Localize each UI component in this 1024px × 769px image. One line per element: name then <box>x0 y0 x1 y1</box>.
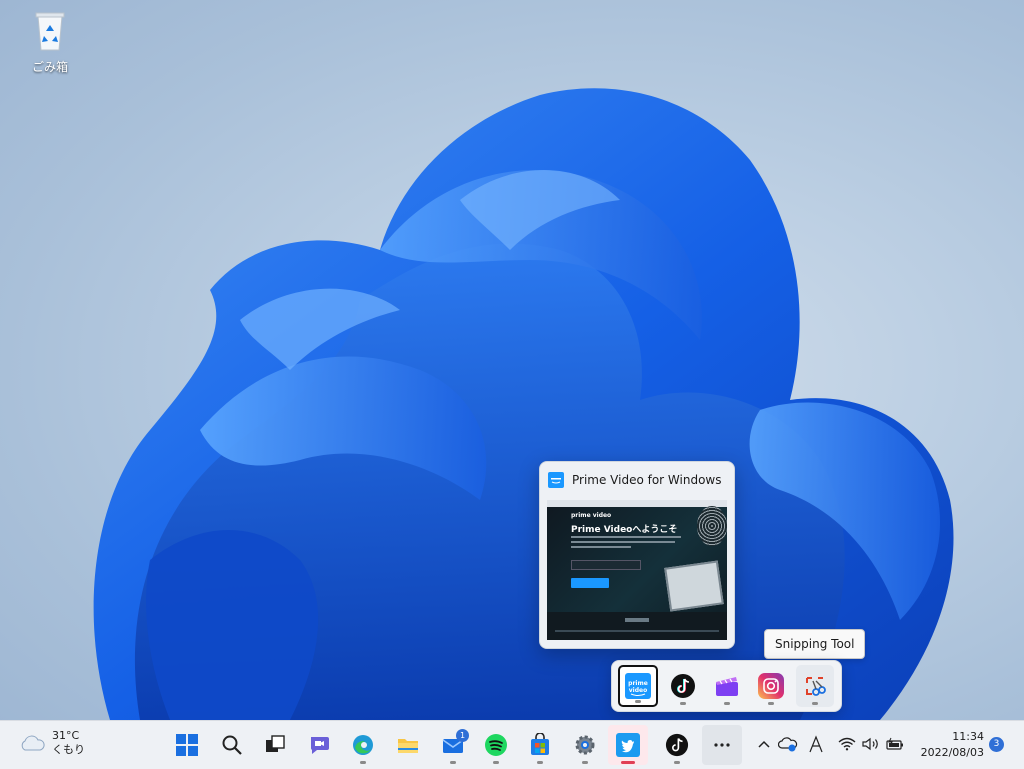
mail-button[interactable]: 1 <box>433 725 473 765</box>
volume-icon[interactable] <box>860 733 882 755</box>
ime-mode-icon[interactable] <box>805 733 827 755</box>
thumb-button <box>571 578 609 588</box>
twitter-button[interactable] <box>608 725 648 765</box>
taskbar: 31°C くもり 1 11:34 2022/08/03 3 <box>0 720 1024 769</box>
task-view-icon <box>266 735 285 752</box>
overflow-instagram[interactable] <box>752 665 790 707</box>
twitter-icon <box>616 733 640 757</box>
prime-video-icon: prime video <box>625 673 651 699</box>
spotify-button[interactable] <box>476 725 516 765</box>
folder-icon <box>398 739 418 753</box>
more-dots-icon <box>714 743 730 747</box>
file-explorer-button[interactable] <box>388 725 428 765</box>
search-icon <box>222 735 242 755</box>
gear-icon <box>575 735 595 755</box>
weather-temp: 31°C <box>52 729 80 742</box>
clipchamp-icon <box>716 677 738 696</box>
tray-chevron-up-icon[interactable] <box>753 733 775 755</box>
overflow-prime-video[interactable]: prime video <box>618 665 658 707</box>
teams-chat-icon <box>310 737 329 754</box>
taskbar-overflow-flyout: prime video <box>611 660 842 712</box>
wallpaper <box>93 88 954 720</box>
weather-condition: くもり <box>52 743 85 756</box>
clock-time: 11:34 <box>952 730 984 743</box>
cloud-icon <box>21 735 45 751</box>
recycle-bin-shortcut[interactable]: ごみ箱 <box>22 8 78 75</box>
tiktok-button[interactable] <box>657 725 697 765</box>
svg-text:video: video <box>629 687 647 694</box>
clock-date: 2022/08/03 <box>920 746 984 759</box>
notification-count-badge[interactable]: 3 <box>989 737 1004 752</box>
thumb-heading: Prime Videoへようこそ <box>571 525 678 535</box>
thumb-brand: prime video <box>571 512 612 519</box>
thumb-field <box>571 560 641 570</box>
overflow-clipchamp[interactable] <box>708 665 746 707</box>
taskbar-window-preview[interactable]: Prime Video for Windows prime video Prim… <box>539 461 735 649</box>
weather-widget[interactable]: 31°C くもり <box>18 729 85 757</box>
snipping-tool-tooltip: Snipping Tool <box>764 629 866 659</box>
svg-text:prime: prime <box>628 680 648 687</box>
prime-video-icon <box>548 472 564 488</box>
recycle-bin-icon <box>35 12 65 51</box>
teams-chat-button[interactable] <box>300 725 340 765</box>
windows-logo-icon <box>176 734 198 756</box>
start-button[interactable] <box>167 725 207 765</box>
onedrive-sync-icon[interactable] <box>777 733 799 755</box>
battery-icon[interactable] <box>884 733 906 755</box>
search-button[interactable] <box>212 725 252 765</box>
tiktok-icon <box>671 674 695 698</box>
preview-header: Prime Video for Windows <box>540 462 734 498</box>
task-view-button[interactable] <box>255 725 295 765</box>
snipping-tool-icon <box>806 677 826 696</box>
overflow-snipping-tool[interactable] <box>796 665 834 707</box>
overflow-more-button[interactable] <box>702 725 742 765</box>
store-button[interactable] <box>520 725 560 765</box>
system-clock[interactable]: 11:34 2022/08/03 <box>914 729 984 761</box>
tiktok-icon <box>665 733 689 757</box>
store-icon <box>531 733 549 755</box>
edge-icon <box>353 735 373 755</box>
overflow-tiktok[interactable] <box>664 665 702 707</box>
preview-thumbnail[interactable]: prime video Prime Videoへようこそ <box>547 500 727 640</box>
mail-badge: 1 <box>456 729 469 742</box>
preview-title: Prime Video for Windows <box>572 473 722 487</box>
edge-button[interactable] <box>343 725 383 765</box>
spotify-icon <box>485 734 507 756</box>
instagram-icon <box>758 673 784 699</box>
settings-button[interactable] <box>565 725 605 765</box>
recycle-bin-label: ごみ箱 <box>31 60 68 74</box>
wifi-icon[interactable] <box>836 733 858 755</box>
